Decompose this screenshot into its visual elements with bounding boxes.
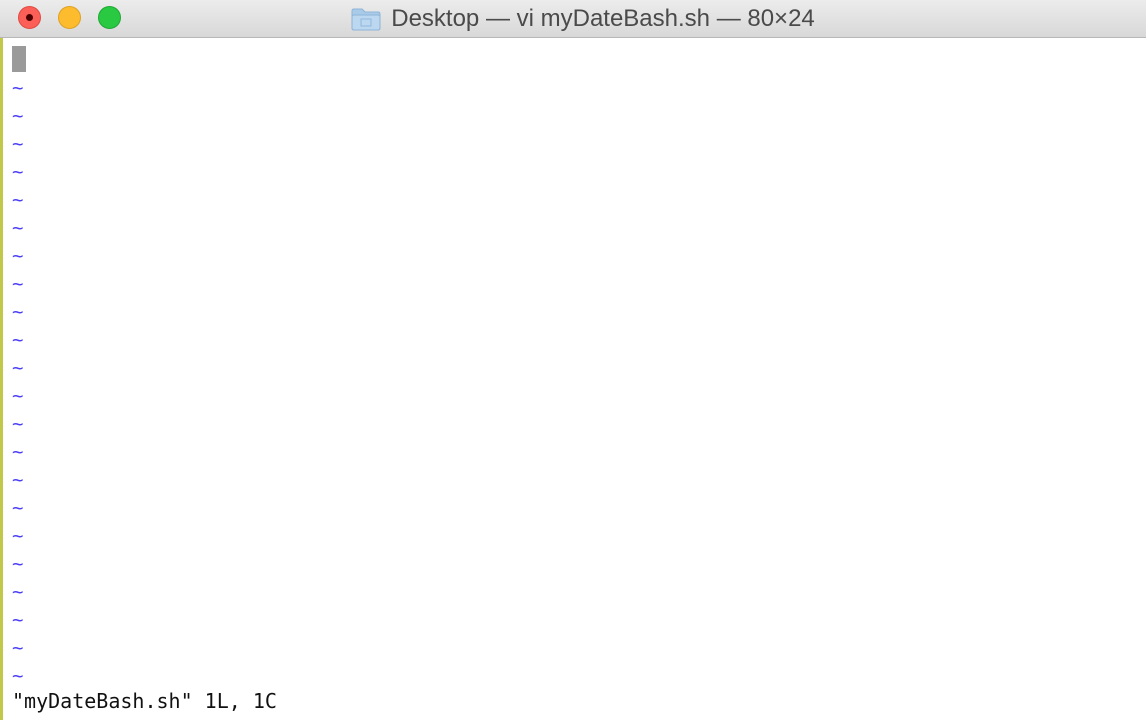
empty-line-tilde: ~ bbox=[12, 273, 24, 295]
empty-line-tilde: ~ bbox=[12, 497, 24, 519]
empty-line-tilde: ~ bbox=[12, 525, 24, 547]
empty-line-tilde: ~ bbox=[12, 329, 24, 351]
empty-line-tilde: ~ bbox=[12, 553, 24, 575]
empty-line-tilde: ~ bbox=[12, 217, 24, 239]
empty-line-tilde: ~ bbox=[12, 133, 24, 155]
empty-line-tilde: ~ bbox=[12, 161, 24, 183]
terminal-window: Desktop — vi myDateBash.sh — 80×24 ~ ~ ~ ~ ~… bbox=[0, 0, 1146, 720]
empty-line-tilde: ~ bbox=[12, 469, 24, 491]
empty-line-tilde: ~ bbox=[12, 357, 24, 379]
empty-line-tilde: ~ bbox=[12, 105, 24, 127]
empty-line-tilde: ~ bbox=[12, 189, 24, 211]
window-title: Desktop — vi myDateBash.sh — 80×24 bbox=[391, 5, 815, 32]
empty-line-tilde: ~ bbox=[12, 385, 24, 407]
text-cursor bbox=[12, 46, 26, 72]
empty-line-tilde: ~ bbox=[12, 609, 24, 631]
empty-line-tilde: ~ bbox=[12, 301, 24, 323]
empty-line-tilde: ~ bbox=[12, 413, 24, 435]
window-title-area: Desktop — vi myDateBash.sh — 80×24 bbox=[0, 0, 1146, 38]
empty-line-tilde: ~ bbox=[12, 581, 24, 603]
empty-line-tilde: ~ bbox=[12, 441, 24, 463]
empty-line-tilde: ~ bbox=[12, 637, 24, 659]
terminal-content[interactable]: ~ ~ ~ ~ ~ ~ ~ ~ ~ ~ ~ ~ ~ ~ ~ ~ ~ ~ ~ ~ ~ ~ "myDateBash.sh" 1… bbox=[3, 38, 1146, 720]
empty-line-markers: ~ ~ ~ ~ ~ ~ ~ ~ ~ ~ ~ ~ ~ ~ ~ ~ ~ ~ ~ ~ ~ ~ bbox=[12, 74, 23, 690]
vi-status-line: "myDateBash.sh" 1L, 1C bbox=[12, 689, 277, 713]
empty-line-tilde: ~ bbox=[12, 245, 24, 267]
folder-icon bbox=[351, 8, 381, 31]
empty-line-tilde: ~ bbox=[12, 77, 24, 99]
title-bar[interactable]: Desktop — vi myDateBash.sh — 80×24 bbox=[0, 0, 1146, 38]
